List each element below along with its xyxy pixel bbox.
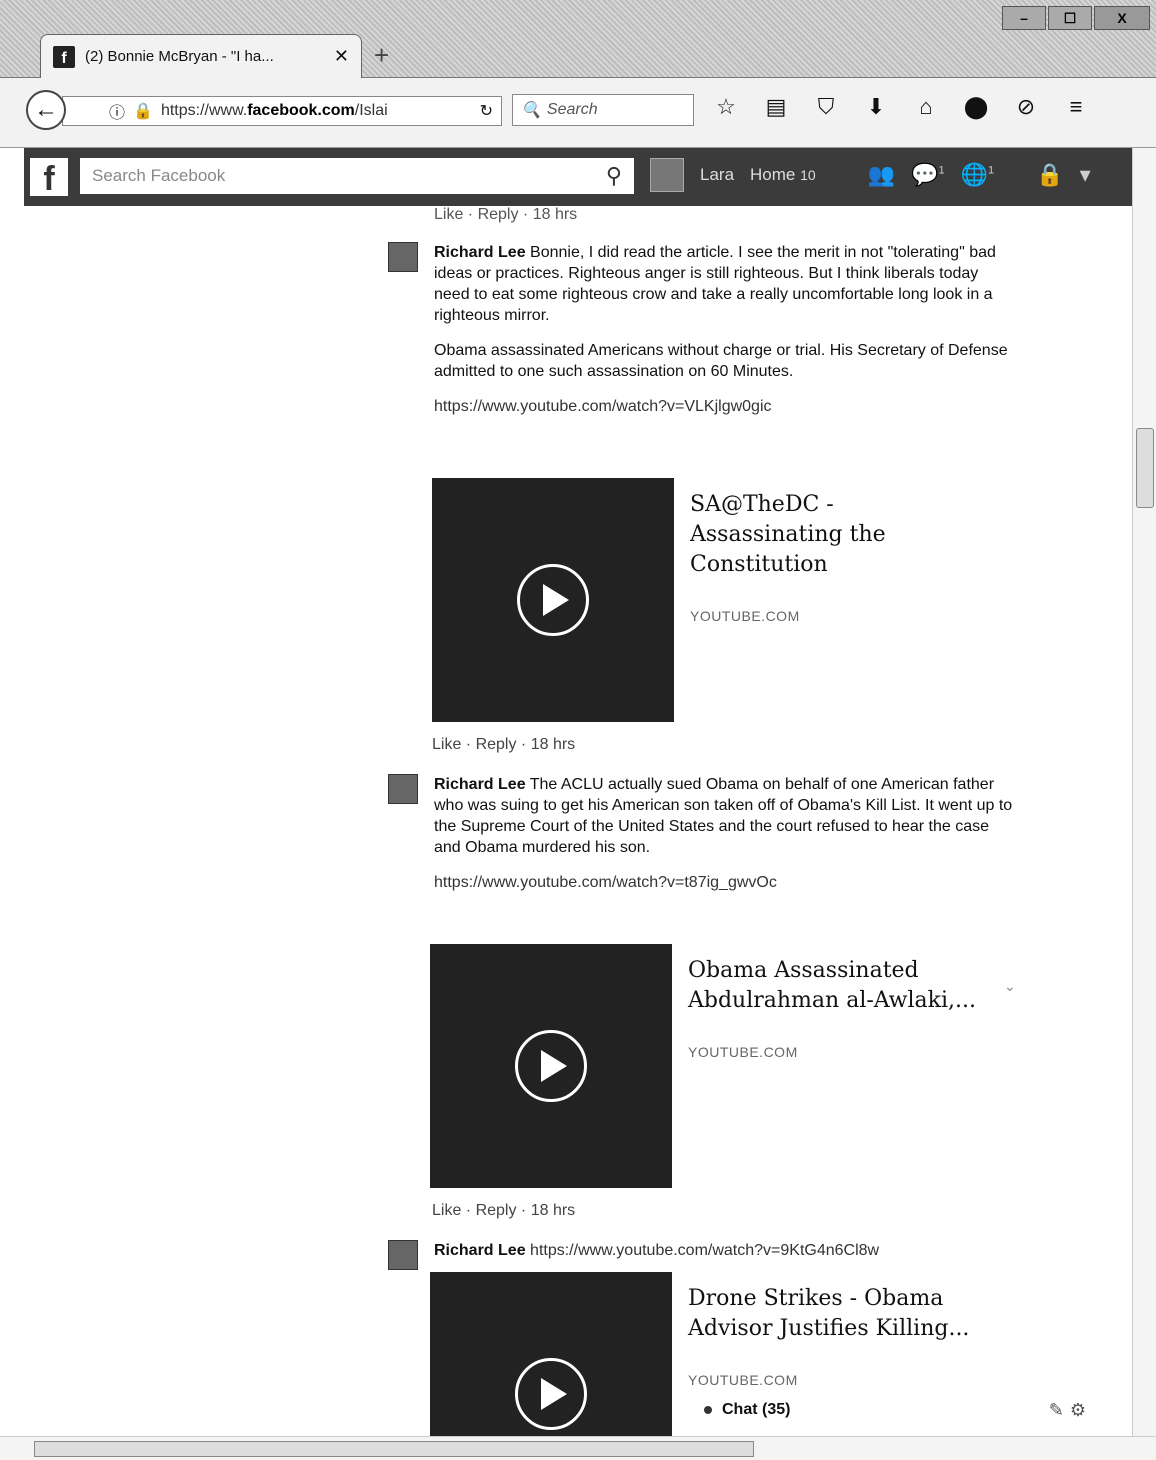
preview-source: YOUTUBE.COM <box>688 1044 798 1060</box>
preview-title[interactable]: SA@TheDC - Assassinating the Constitutio… <box>690 490 978 580</box>
comment-actions[interactable]: Like · Reply · 18 hrs <box>432 1202 575 1220</box>
close-window-button[interactable]: X <box>1094 6 1150 30</box>
play-icon[interactable] <box>515 1358 587 1430</box>
video-thumbnail[interactable] <box>430 944 672 1188</box>
comment-body: Richard Lee The ACLU actually sued Obama… <box>434 774 1014 907</box>
privacy-lock-icon[interactable]: 🔒 <box>1036 162 1063 188</box>
tab-close-icon[interactable]: ✕ <box>334 46 349 67</box>
pocket-icon[interactable]: ⛉ <box>812 94 840 120</box>
play-icon[interactable] <box>517 564 589 636</box>
browser-tab[interactable]: f (2) Bonnie McBryan - "I ha... ✕ <box>40 34 362 78</box>
account-menu-icon[interactable]: ▾ <box>1080 162 1091 188</box>
url-text: https://www.facebook.com/Islai <box>160 102 388 119</box>
facebook-header-right: Lara Home 10 👥 💬1 🌐1 🔒 ▾ <box>650 158 1091 192</box>
comment-link[interactable]: https://www.youtube.com/watch?v=VLKjlgw0… <box>434 396 1014 417</box>
notifications-globe-icon[interactable]: 🌐1 <box>961 162 995 188</box>
home-icon[interactable]: ⌂ <box>912 94 940 120</box>
video-thumbnail[interactable] <box>432 478 674 722</box>
comment-body: Richard Lee Bonnie, I did read the artic… <box>434 242 1014 431</box>
search-engine-icon: 🔍 <box>521 102 541 119</box>
profile-link[interactable]: Lara <box>700 165 734 185</box>
facebook-header: f Search Facebook ⚲ Lara Home 10 👥 💬1 🌐1… <box>24 148 1132 206</box>
bookmarks-list-icon[interactable]: ▤ <box>762 94 790 120</box>
new-tab-button[interactable]: + <box>374 40 389 71</box>
avatar[interactable] <box>650 158 684 192</box>
new-message-icon[interactable]: ✎ <box>1049 1400 1070 1420</box>
comment-link[interactable]: https://www.youtube.com/watch?v=t87ig_gw… <box>434 872 1014 893</box>
scrollbar-thumb[interactable] <box>34 1441 754 1457</box>
comment-author[interactable]: Richard Lee <box>434 776 526 793</box>
reload-icon[interactable]: ↻ <box>480 101 493 121</box>
download-icon[interactable]: ⬇ <box>862 94 890 120</box>
chat-bar[interactable]: Chat (35) ✎⚙ <box>688 1390 1108 1430</box>
home-link[interactable]: Home 10 <box>750 165 816 185</box>
vertical-scrollbar[interactable] <box>1132 148 1156 1438</box>
browser-search-input[interactable]: 🔍 Search <box>512 94 694 126</box>
browser-navbar: ⓘ 🔒 https://www.facebook.com/Islai ↻ ← 🔍… <box>0 78 1156 148</box>
chat-settings-icon[interactable]: ⚙ <box>1070 1400 1092 1420</box>
online-status-icon <box>704 1406 712 1414</box>
extension-icon[interactable]: ⊘ <box>1012 94 1040 120</box>
comment-body: Richard Lee https://www.youtube.com/watc… <box>434 1240 1014 1275</box>
adblock-icon[interactable]: ⬤ <box>962 94 990 120</box>
tab-title: (2) Bonnie McBryan - "I ha... <box>85 48 274 65</box>
minimize-button[interactable]: – <box>1002 6 1046 30</box>
video-thumbnail[interactable] <box>430 1272 672 1436</box>
info-icon[interactable]: ⓘ <box>109 99 125 123</box>
avatar[interactable] <box>388 1240 418 1270</box>
avatar[interactable] <box>388 242 418 272</box>
address-bar[interactable]: ⓘ 🔒 https://www.facebook.com/Islai ↻ <box>62 96 502 126</box>
comment-actions[interactable]: Like · Reply · 18 hrs <box>432 736 575 754</box>
search-icon[interactable]: ⚲ <box>606 163 622 189</box>
menu-icon[interactable]: ≡ <box>1062 94 1090 120</box>
preview-title[interactable]: Obama Assassinated Abdulrahman al-Awlaki… <box>688 956 976 1016</box>
facebook-favicon-icon: f <box>53 45 75 68</box>
comment-author[interactable]: Richard Lee <box>434 244 526 261</box>
chat-label[interactable]: Chat (35) <box>722 1401 1049 1419</box>
preview-source: YOUTUBE.COM <box>688 1372 798 1388</box>
preview-source: YOUTUBE.COM <box>690 608 800 624</box>
back-arrow-icon: ← <box>34 96 58 123</box>
scrollbar-thumb[interactable] <box>1136 428 1154 508</box>
comment-text: Obama assassinated Americans without cha… <box>434 342 1008 380</box>
friend-requests-icon[interactable]: 👥 <box>868 162 895 188</box>
messages-icon[interactable]: 💬1 <box>911 162 945 188</box>
preview-title[interactable]: Drone Strikes - Obama Advisor Justifies … <box>688 1284 976 1344</box>
window-controls: – ☐ X <box>1002 6 1150 30</box>
comment-thread: Like · Reply · 18 hrs Richard Lee Bonnie… <box>0 206 1132 1436</box>
horizontal-scrollbar[interactable] <box>0 1436 1156 1460</box>
facebook-search-input[interactable]: Search Facebook ⚲ <box>80 158 634 194</box>
comment-actions[interactable]: Like · Reply · 18 hrs <box>434 206 577 224</box>
facebook-logo[interactable]: f <box>30 158 68 196</box>
lock-icon: 🔒 <box>133 103 153 120</box>
comment-author[interactable]: Richard Lee <box>434 1242 526 1259</box>
bookmark-star-icon[interactable]: ☆ <box>712 94 740 120</box>
browser-titlebar: f (2) Bonnie McBryan - "I ha... ✕ + – ☐ … <box>0 0 1156 78</box>
link-preview[interactable]: Obama Assassinated Abdulrahman al-Awlaki… <box>430 944 992 1188</box>
play-icon[interactable] <box>515 1030 587 1102</box>
link-preview[interactable]: SA@TheDC - Assassinating the Constitutio… <box>432 478 994 722</box>
toolbar-icons: ☆ ▤ ⛉ ⬇ ⌂ ⬤ ⊘ ≡ <box>712 94 1090 120</box>
back-button[interactable]: ← <box>26 90 66 130</box>
maximize-button[interactable]: ☐ <box>1048 6 1092 30</box>
avatar[interactable] <box>388 774 418 804</box>
comment-options-chevron-icon[interactable]: ⌄ <box>1004 978 1016 995</box>
comment-link[interactable]: https://www.youtube.com/watch?v=9KtG4n6C… <box>530 1242 879 1259</box>
